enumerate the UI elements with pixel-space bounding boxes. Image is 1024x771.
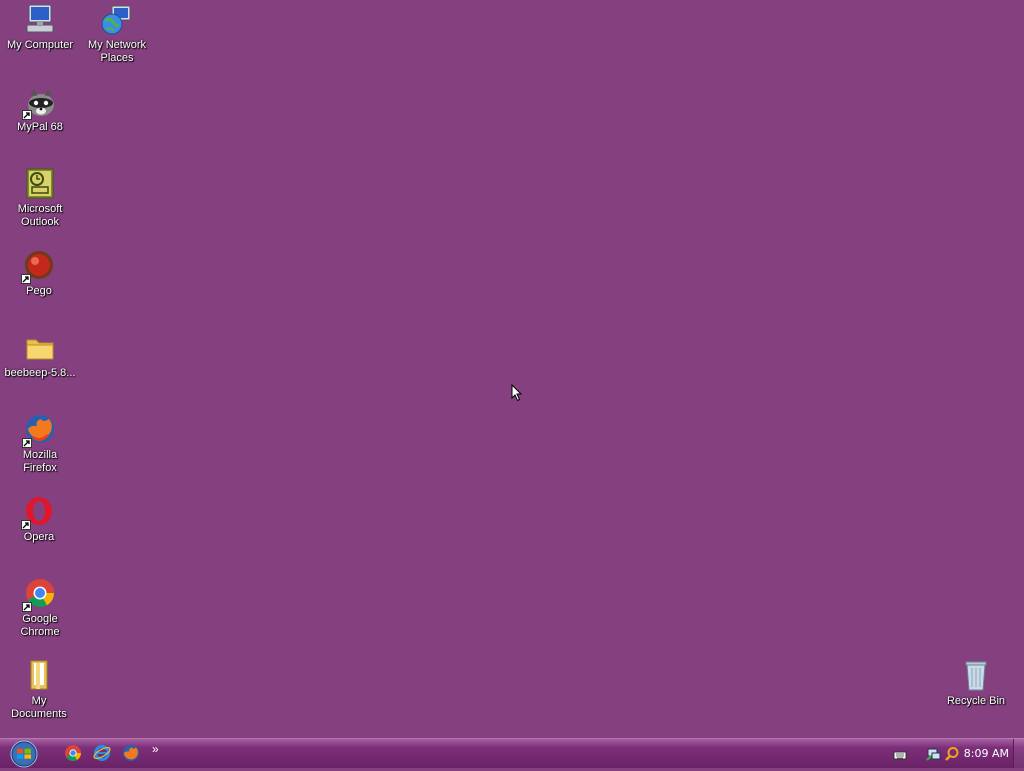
chrome-label: Google Chrome [20,613,60,638]
chrome-shortcut[interactable]: Google Chrome [1,577,79,639]
windows-logo-icon [10,740,38,768]
pego-label: Pego [26,285,52,297]
opera-label: Opera [23,531,55,543]
taskbar-clock[interactable]: 8:09 AM [964,747,1009,760]
shortcut-arrow-icon [22,110,32,120]
firefox-icon [22,413,57,448]
outlook-shortcut[interactable]: Microsoft Outlook [1,167,79,229]
quicklaunch-internet-explorer-icon[interactable] [93,744,111,762]
desktop[interactable]: My Computer My Network Places MyPal 68 M… [0,0,1024,738]
computer-icon [23,3,57,37]
my-computer-label: My Computer [6,39,74,51]
recycle-bin-label: Recycle Bin [946,695,1006,707]
firefox-label: Mozilla Firefox [22,449,58,474]
firefox-shortcut[interactable]: Mozilla Firefox [1,413,79,475]
quicklaunch-overflow-chevron[interactable]: » [152,742,159,756]
network-tray-icon[interactable] [926,746,942,762]
quicklaunch-firefox-icon[interactable] [122,744,140,762]
recycle-bin-shortcut[interactable]: Recycle Bin [937,659,1015,708]
shortcut-arrow-icon [21,274,31,284]
my-computer-shortcut[interactable]: My Computer [1,3,79,52]
opera-shortcut[interactable]: Opera [0,495,78,544]
quicklaunch-chrome-icon[interactable] [64,744,82,762]
outlook-icon [23,167,57,201]
my-documents-shortcut[interactable]: My Documents [0,659,78,721]
search-magnifier-icon[interactable] [944,746,960,762]
opera-icon [21,495,56,530]
beebeep-folder[interactable]: beebeep-5.8... [1,331,79,380]
my-network-places-shortcut[interactable]: My Network Places [78,3,156,65]
taskbar: » 8:09 AM [0,738,1024,768]
start-button[interactable] [9,740,39,768]
pego-ball-icon [21,249,56,284]
pego-shortcut[interactable]: Pego [0,249,78,298]
system-tray: 8:09 AM [884,739,1024,769]
beebeep-label: beebeep-5.8... [4,367,76,379]
shortcut-arrow-icon [21,520,31,530]
folder-icon [23,331,57,365]
shortcut-arrow-icon [22,438,32,448]
keyboard-icon[interactable] [892,746,908,762]
recycle-bin-icon [959,659,993,693]
my-documents-label: My Documents [11,695,67,720]
mypal-shortcut[interactable]: MyPal 68 [1,85,79,134]
raccoon-icon [22,85,57,120]
outlook-label: Microsoft Outlook [17,203,63,228]
mypal-label: MyPal 68 [17,121,63,133]
shortcut-arrow-icon [22,602,32,612]
chrome-icon [22,577,57,612]
documents-folder-icon [22,659,56,693]
network-globe-icon [100,3,134,37]
my-network-places-label: My Network Places [87,39,147,64]
show-desktop-button[interactable] [1013,739,1024,768]
mouse-pointer-icon [511,383,523,405]
